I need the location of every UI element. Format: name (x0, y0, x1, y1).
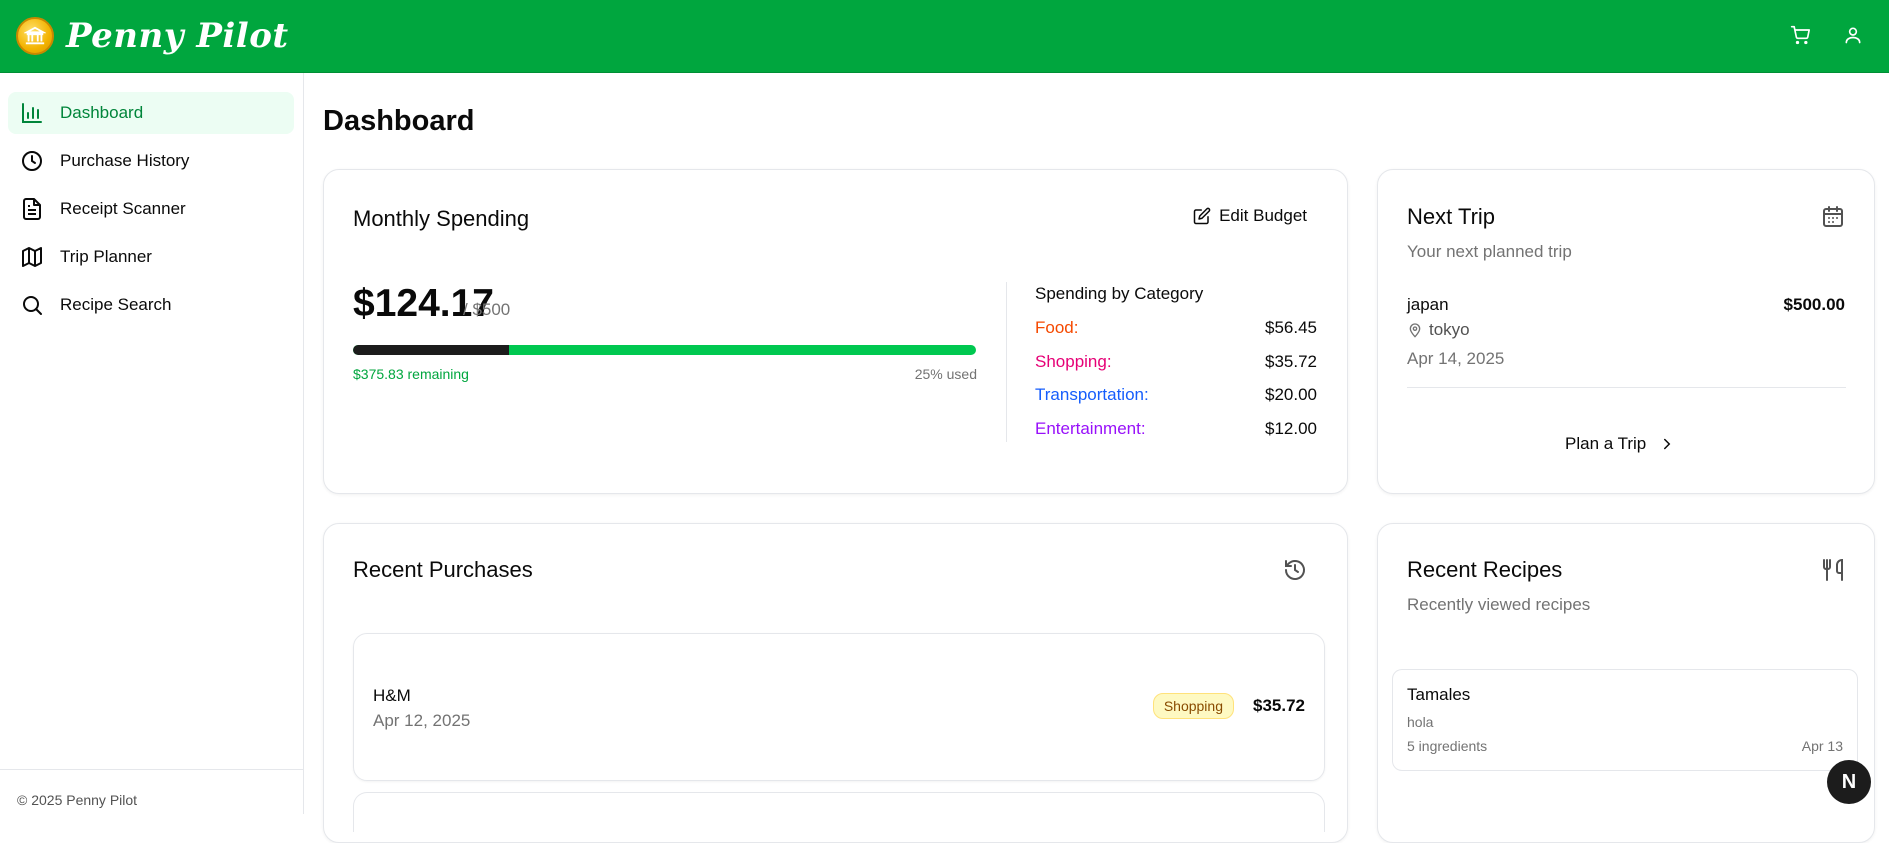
plan-trip-label: Plan a Trip (1565, 434, 1647, 453)
category-value: $35.72 (1265, 352, 1317, 371)
history-icon[interactable] (1283, 558, 1307, 587)
map-icon (22, 247, 42, 267)
category-value: $12.00 (1265, 419, 1317, 438)
sidebar-item-recipe-search[interactable]: Recipe Search (8, 284, 294, 326)
card-title: Next Trip (1407, 204, 1496, 229)
dev-tools-button[interactable]: N (1824, 759, 1872, 807)
purchase-item[interactable] (353, 792, 1325, 832)
app-name: Penny Pilot (66, 16, 289, 56)
copyright-footer: © 2025 Penny Pilot (0, 769, 303, 808)
trip-date: Apr 14, 2025 (1407, 349, 1505, 368)
edit-icon (1193, 207, 1211, 225)
divider (1407, 387, 1846, 388)
trip-city: tokyo (1429, 320, 1470, 339)
sidebar-item-label: Trip Planner (60, 247, 152, 266)
top-header: Penny Pilot (0, 0, 1889, 73)
budget-progress-fill (353, 345, 509, 355)
recipe-note: hola (1407, 714, 1434, 730)
card-subtitle: Recently viewed recipes (1407, 595, 1591, 614)
chevron-right-icon (1664, 438, 1671, 450)
card-subtitle: Your next planned trip (1407, 242, 1572, 261)
category-row: Entertainment: $12.00 (1035, 419, 1317, 439)
sidebar: Dashboard Purchase History Receipt Scann… (0, 73, 304, 814)
trip-budget: $500.00 (1783, 295, 1845, 314)
category-value: $20.00 (1265, 385, 1317, 404)
cart-icon[interactable] (1790, 25, 1812, 47)
budget-limit: / $500 (463, 300, 511, 319)
purchase-amount: $35.72 (1253, 696, 1305, 715)
sidebar-item-receipt-scanner[interactable]: Receipt Scanner (8, 188, 294, 230)
clock-icon (22, 151, 42, 171)
category-name: Entertainment: (1035, 419, 1146, 438)
recipe-ingredients: 5 ingredients (1407, 738, 1488, 754)
recipe-date: Apr 13 (1801, 738, 1843, 754)
remaining-text: $375.83 remaining (353, 366, 469, 382)
n-logo-icon: N (1827, 760, 1871, 804)
recipe-name: Tamales (1407, 685, 1471, 704)
purchase-item[interactable]: H&M Apr 12, 2025 Shopping $35.72 (353, 633, 1325, 781)
divider (1006, 282, 1007, 442)
budget-progress-bar (353, 345, 976, 355)
recent-purchases-card: Recent Purchases H&M Apr 12, 2025 Shoppi… (323, 523, 1348, 843)
document-icon (23, 198, 41, 220)
sidebar-item-trip-planner[interactable]: Trip Planner (8, 236, 294, 278)
utensils-icon (1821, 557, 1845, 588)
category-name: Transportation: (1035, 385, 1149, 404)
trip-destination: japan (1407, 295, 1449, 314)
category-row: Shopping: $35.72 (1035, 352, 1317, 372)
category-value: $56.45 (1265, 318, 1317, 337)
brand-logo[interactable]: Penny Pilot (16, 16, 289, 56)
category-heading: Spending by Category (1035, 284, 1204, 303)
sidebar-item-label: Recipe Search (60, 295, 172, 314)
sidebar-item-label: Receipt Scanner (60, 199, 186, 218)
bar-chart-icon (22, 103, 42, 123)
category-row: Food: $56.45 (1035, 318, 1317, 338)
category-badge: Shopping (1152, 693, 1234, 719)
purchase-store: H&M (373, 686, 411, 705)
recipe-item[interactable]: Tamales hola 5 ingredients Apr 13 (1392, 669, 1858, 771)
edit-budget-button[interactable]: Edit Budget (1193, 206, 1307, 226)
sidebar-item-dashboard[interactable]: Dashboard (8, 92, 294, 134)
category-name: Shopping: (1035, 352, 1112, 371)
page-title: Dashboard (323, 105, 475, 137)
purchase-date: Apr 12, 2025 (373, 711, 471, 730)
recent-recipes-card: Recent Recipes Recently viewed recipes T… (1377, 523, 1875, 843)
next-trip-card: Next Trip Your next planned trip japan $… (1377, 169, 1875, 494)
card-title: Monthly Spending (353, 206, 530, 231)
card-title: Recent Recipes (1407, 557, 1563, 582)
category-row: Transportation: $20.00 (1035, 385, 1317, 405)
map-pin-icon (1409, 323, 1421, 338)
coin-logo-icon (16, 17, 54, 55)
sidebar-item-label: Purchase History (60, 151, 190, 170)
trip-location: tokyo (1407, 320, 1470, 340)
used-percent: 25% used (914, 366, 977, 382)
plan-trip-button[interactable]: Plan a Trip (1565, 434, 1676, 454)
calendar-icon (1821, 205, 1845, 234)
user-icon[interactable] (1843, 25, 1865, 47)
monthly-spending-card: Monthly Spending Edit Budget $124.17 / $… (323, 169, 1348, 494)
edit-budget-label: Edit Budget (1219, 206, 1307, 225)
sidebar-item-label: Dashboard (60, 103, 144, 122)
sidebar-item-purchase-history[interactable]: Purchase History (8, 140, 294, 182)
card-title: Recent Purchases (353, 557, 533, 582)
category-name: Food: (1035, 318, 1079, 337)
search-icon (23, 296, 42, 315)
